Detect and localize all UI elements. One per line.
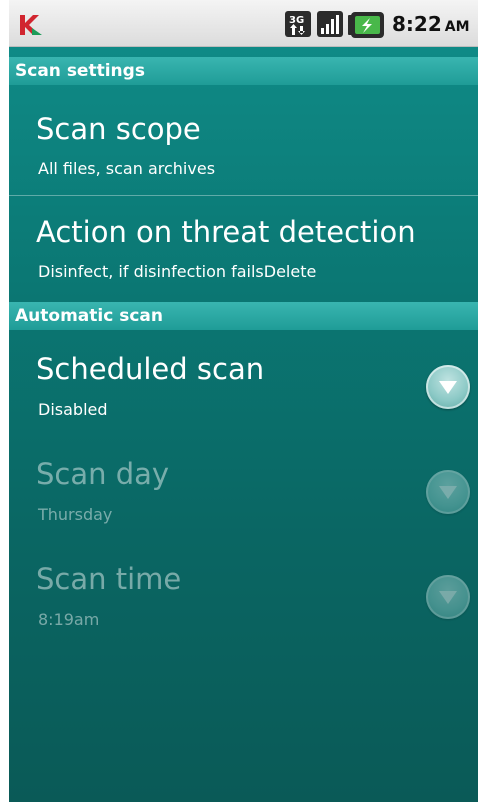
chevron-down-icon bbox=[439, 486, 457, 499]
setting-title: Scan scope bbox=[36, 112, 201, 146]
3g-data-icon: 3G bbox=[285, 11, 311, 37]
signal-strength-icon bbox=[317, 11, 343, 37]
app-screen: 3G 8:22 AM Scan settings Scan scope All f… bbox=[9, 0, 478, 802]
setting-subtitle: Disinfect, if disinfection failsDelete bbox=[38, 262, 317, 281]
settings-list: Scan settings Scan scope All files, scan… bbox=[9, 47, 478, 802]
battery-charging-icon bbox=[348, 12, 384, 38]
clock-ampm: AM bbox=[444, 19, 470, 35]
setting-title: Action on threat detection bbox=[36, 215, 416, 249]
clock-time: 8:22 bbox=[392, 12, 442, 36]
scan-day-dropdown-button bbox=[426, 470, 470, 514]
setting-scheduled-scan[interactable]: Scheduled scan Disabled bbox=[9, 330, 478, 435]
setting-scan-scope[interactable]: Scan scope All files, scan archives bbox=[9, 85, 478, 195]
setting-scan-day: Scan day Thursday bbox=[9, 435, 478, 540]
kaspersky-logo-icon bbox=[20, 15, 42, 35]
clock: 8:22 AM bbox=[392, 12, 470, 36]
setting-subtitle: Thursday bbox=[38, 505, 113, 524]
section-header-scan-settings: Scan settings bbox=[9, 57, 478, 85]
chevron-down-icon bbox=[439, 591, 457, 604]
setting-scan-time: Scan time 8:19am bbox=[9, 540, 478, 645]
status-bar: 3G 8:22 AM bbox=[9, 0, 478, 47]
setting-subtitle: Disabled bbox=[38, 400, 108, 419]
chevron-down-icon bbox=[439, 381, 457, 394]
setting-title: Scheduled scan bbox=[36, 352, 265, 386]
setting-action-on-threat-detection[interactable]: Action on threat detection Disinfect, if… bbox=[9, 196, 478, 299]
scheduled-scan-dropdown-button[interactable] bbox=[426, 365, 470, 409]
setting-subtitle: All files, scan archives bbox=[38, 159, 216, 178]
section-header-automatic-scan: Automatic scan bbox=[9, 302, 478, 330]
setting-title: Scan day bbox=[36, 457, 170, 491]
scan-time-dropdown-button bbox=[426, 575, 470, 619]
setting-title: Scan time bbox=[36, 562, 182, 596]
setting-subtitle: 8:19am bbox=[38, 610, 100, 629]
svg-text:3G: 3G bbox=[289, 15, 304, 26]
